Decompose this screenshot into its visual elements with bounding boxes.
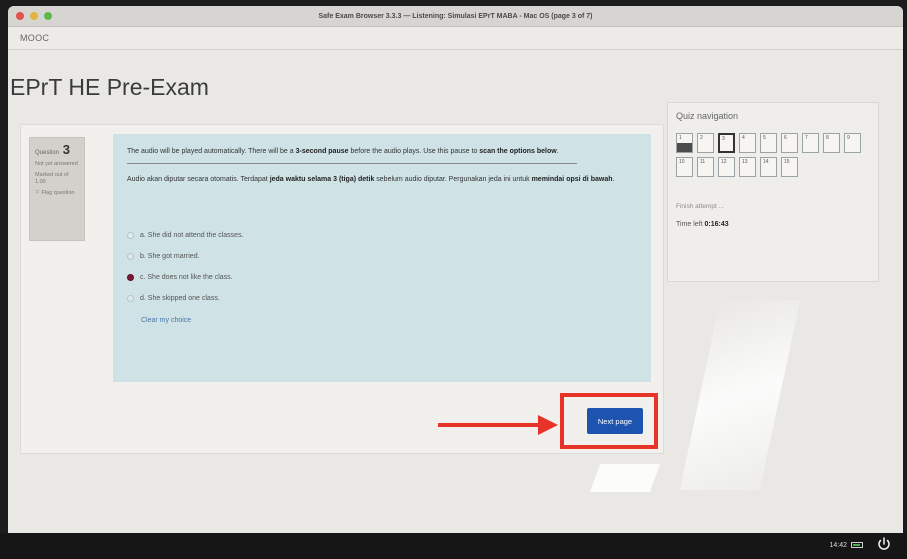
answer-label: a. She did not attend the classes. bbox=[140, 232, 244, 239]
quiz-nav-cell-12[interactable]: 12 bbox=[718, 157, 735, 177]
quiz-nav-cell-label: 4 bbox=[742, 135, 745, 141]
instruction-id-bold-1: jeda waktu selama 3 (tiga) detik bbox=[269, 176, 375, 183]
quiz-nav-cell-label: 1 bbox=[679, 135, 682, 141]
clear-choice-link[interactable]: Clear my choice bbox=[141, 317, 637, 324]
instruction-english: The audio will be played automatically. … bbox=[127, 146, 637, 157]
quiz-nav-cell-label: 7 bbox=[805, 135, 808, 141]
window-title: Safe Exam Browser 3.3.3 — Listening: Sim… bbox=[318, 12, 593, 20]
radio-button[interactable] bbox=[127, 232, 134, 239]
radio-button[interactable] bbox=[127, 253, 134, 260]
instruction-id-text-3: . bbox=[612, 176, 615, 183]
quiz-nav-cell-2[interactable]: 2 bbox=[697, 133, 714, 153]
time-left: Time left 0:16:43 bbox=[676, 221, 729, 228]
instruction-en-bold-1: 3-second pause bbox=[295, 148, 349, 155]
battery-icon bbox=[851, 542, 863, 548]
taskbar-clock: 14:42 bbox=[829, 542, 847, 549]
answer-option-c[interactable]: c. She does not like the class. bbox=[127, 267, 637, 288]
quiz-nav-cell-label: 2 bbox=[700, 135, 703, 141]
quiz-nav-cell-label: 5 bbox=[763, 135, 766, 141]
instruction-en-text-2: before the audio plays. Use this pause t… bbox=[348, 148, 480, 155]
quiz-nav-cell-label: 6 bbox=[784, 135, 787, 141]
answer-options: a. She did not attend the classes. b. Sh… bbox=[127, 225, 637, 324]
quiz-navigation-panel: Quiz navigation 1 2 3 4 5 6 7 8 9 10 11 12 13 14 15 Fi… bbox=[667, 102, 879, 282]
site-name[interactable]: MOOC bbox=[20, 33, 49, 43]
window-controls bbox=[16, 12, 52, 20]
quiz-nav-cell-label: 12 bbox=[721, 159, 727, 165]
quiz-nav-cell-label: 13 bbox=[742, 159, 748, 165]
instruction-en-text-3: . bbox=[556, 148, 559, 155]
quiz-nav-cell-9[interactable]: 9 bbox=[844, 133, 861, 153]
site-header: MOOC bbox=[8, 27, 903, 50]
question-label: Question bbox=[35, 150, 60, 156]
quiz-nav-cell-3[interactable]: 3 bbox=[718, 133, 735, 153]
quiz-navigation-title: Quiz navigation bbox=[676, 111, 739, 121]
instruction-id-bold-2: memindai opsi di bawah bbox=[531, 176, 613, 183]
quiz-nav-cell-label: 3 bbox=[722, 136, 725, 142]
answer-label: d. She skipped one class. bbox=[140, 295, 220, 302]
red-arrow-annotation bbox=[438, 415, 558, 435]
quiz-nav-cell-5[interactable]: 5 bbox=[760, 133, 777, 153]
instruction-divider bbox=[127, 163, 577, 164]
flag-question[interactable]: ⚐ Flag question bbox=[35, 190, 79, 197]
quiz-nav-cell-6[interactable]: 6 bbox=[781, 133, 798, 153]
answer-option-d[interactable]: d. She skipped one class. bbox=[127, 288, 637, 309]
quiz-navigation-grid: 1 2 3 4 5 6 7 8 9 10 11 12 13 14 15 bbox=[676, 133, 876, 177]
time-left-label: Time left bbox=[676, 221, 703, 228]
screen-glare bbox=[589, 464, 661, 492]
answer-label: c. She does not like the class. bbox=[140, 274, 233, 281]
radio-button-selected[interactable] bbox=[127, 274, 134, 281]
minimize-window-icon[interactable] bbox=[30, 12, 38, 20]
quiz-nav-cell-label: 9 bbox=[847, 135, 850, 141]
next-page-button[interactable]: Next page bbox=[587, 408, 643, 434]
flag-question-label: Flag question bbox=[41, 190, 75, 196]
time-left-value: 0:16:43 bbox=[704, 221, 729, 228]
quiz-nav-cell-1[interactable]: 1 bbox=[676, 133, 693, 153]
quiz-nav-cell-14[interactable]: 14 bbox=[760, 157, 777, 177]
quiz-nav-cell-11[interactable]: 11 bbox=[697, 157, 714, 177]
quiz-nav-cell-13[interactable]: 13 bbox=[739, 157, 756, 177]
power-icon[interactable] bbox=[876, 536, 892, 552]
question-content: The audio will be played automatically. … bbox=[113, 134, 651, 382]
close-window-icon[interactable] bbox=[16, 12, 24, 20]
page-title: EPrT HE Pre-Exam bbox=[10, 74, 209, 100]
radio-button[interactable] bbox=[127, 295, 134, 302]
question-status: Not yet answered bbox=[35, 161, 78, 167]
quiz-nav-cell-label: 10 bbox=[679, 159, 685, 165]
quiz-nav-cell-15[interactable]: 15 bbox=[781, 157, 798, 177]
quiz-nav-cell-label: 11 bbox=[700, 159, 706, 165]
quiz-nav-cell-label: 14 bbox=[763, 159, 769, 165]
answer-label: b. She got married. bbox=[140, 253, 200, 260]
question-marks: Marked out of 1.00 bbox=[35, 172, 69, 185]
answer-option-b[interactable]: b. She got married. bbox=[127, 246, 637, 267]
finish-attempt-link[interactable]: Finish attempt ... bbox=[676, 203, 724, 210]
instruction-en-bold-2: scan the options below bbox=[479, 148, 557, 155]
quiz-nav-cell-8[interactable]: 8 bbox=[823, 133, 840, 153]
instruction-indonesian: Audio akan diputar secara otomatis. Terd… bbox=[127, 174, 637, 185]
quiz-nav-cell-10[interactable]: 10 bbox=[676, 157, 693, 177]
taskbar: 14:42 bbox=[0, 533, 907, 559]
quiz-nav-cell-4[interactable]: 4 bbox=[739, 133, 756, 153]
quiz-nav-cell-label: 15 bbox=[784, 159, 790, 165]
question-info: Question 3 Not yet answered Marked out o… bbox=[29, 137, 85, 241]
instruction-id-text-1: Audio akan diputar secara otomatis. Terd… bbox=[127, 176, 270, 183]
question-number: 3 bbox=[62, 142, 70, 157]
quiz-nav-cell-label: 8 bbox=[826, 135, 829, 141]
quiz-nav-cell-7[interactable]: 7 bbox=[802, 133, 819, 153]
instruction-en-text-1: The audio will be played automatically. … bbox=[127, 148, 296, 155]
zoom-window-icon[interactable] bbox=[44, 12, 52, 20]
window-titlebar: Safe Exam Browser 3.3.3 — Listening: Sim… bbox=[8, 6, 903, 27]
instruction-id-text-2: sebelum audio diputar. Pergunakan jeda i… bbox=[374, 176, 532, 183]
answer-option-a[interactable]: a. She did not attend the classes. bbox=[127, 225, 637, 246]
